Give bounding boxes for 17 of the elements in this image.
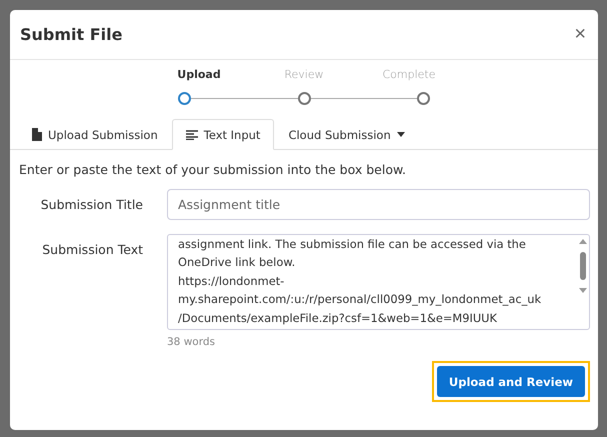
submission-textarea[interactable]: assignment link. The submission file can be accessed via the OneDrive link below. https://londonmet- my.sharepoint.com/:u:/r/personal/cll0099_my_londonmet_ac_uk /Documents/exampleFile.zip?csf=1&web=1&e=M9IUUK: [167, 234, 590, 330]
title-input[interactable]: Assignment title: [167, 189, 590, 220]
step-label: Review: [283, 68, 325, 81]
align-left-icon: [186, 130, 198, 140]
tab[interactable]: Text Input: [172, 119, 274, 150]
tab[interactable]: Upload Submission: [18, 119, 172, 150]
upload-and-review-button[interactable]: Upload and Review: [436, 366, 585, 397]
tab[interactable]: Cloud Submission: [274, 119, 419, 150]
step-label: Complete: [381, 68, 436, 81]
instruction-text: Enter or paste the text of your submission into the box below.: [19, 162, 408, 177]
field-label: Submission Text: [41, 242, 143, 257]
field-label: Submission Title: [40, 197, 143, 212]
step-label: Upload: [176, 68, 222, 81]
word-count: 38 words: [167, 336, 216, 348]
dialog-title: Submit File: [20, 25, 122, 44]
close-button[interactable]: ×: [574, 23, 586, 46]
document-icon: [32, 128, 42, 141]
